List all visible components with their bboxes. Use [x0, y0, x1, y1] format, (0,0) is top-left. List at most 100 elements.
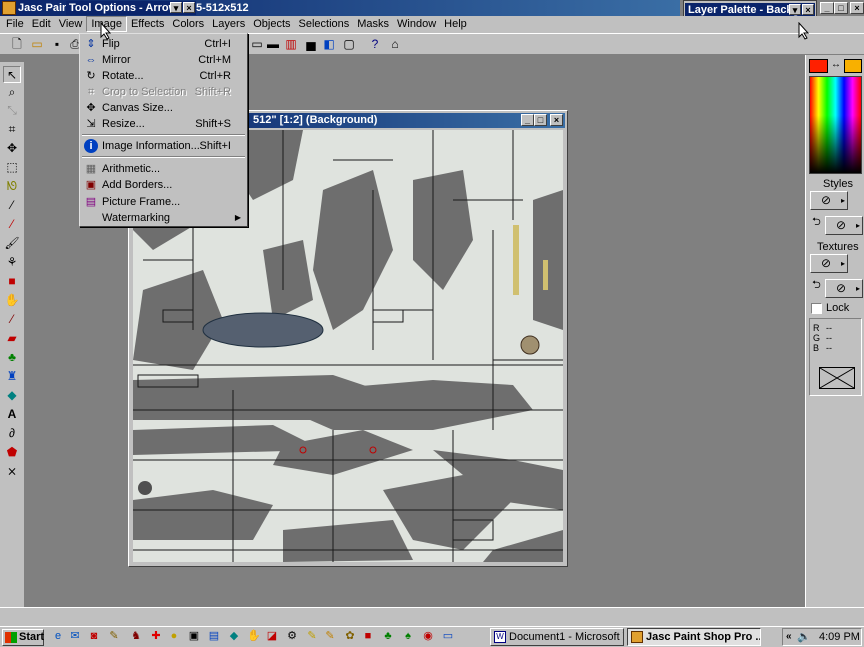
tool-options-dropdown-icon[interactable]: ▾: [170, 2, 182, 13]
menu-file[interactable]: File: [2, 16, 28, 32]
quicklaunch-app-icon[interactable]: ⚙: [284, 628, 300, 644]
task-word-button[interactable]: W Document1 - Microsoft W...: [490, 628, 624, 646]
flood-fill-tool-icon[interactable]: ◆: [3, 387, 21, 404]
doc-minimize-button[interactable]: _: [521, 114, 534, 126]
speaker-icon[interactable]: 🔈: [797, 630, 811, 643]
picture-tube-tool-icon[interactable]: ♣: [3, 349, 21, 366]
histogram-icon[interactable]: ▬: [264, 35, 282, 53]
help-icon[interactable]: ?: [366, 35, 384, 53]
minimize-button[interactable]: _: [820, 2, 834, 14]
menu-item-rotate[interactable]: ↻ Rotate... Ctrl+R: [82, 68, 245, 84]
styles-swap-icon[interactable]: ⮌: [812, 213, 821, 232]
menu-item-canvas-size[interactable]: ✥ Canvas Size...: [82, 100, 245, 116]
quicklaunch-app-icon[interactable]: ♞: [128, 628, 144, 644]
quicklaunch-app-icon[interactable]: ✿: [342, 628, 358, 644]
deform-tool-icon[interactable]: ⤡: [3, 102, 21, 119]
quicklaunch-app-icon[interactable]: ●: [166, 628, 182, 644]
ie-icon[interactable]: e: [50, 628, 66, 644]
textures-background-button[interactable]: ⊘ ▸: [825, 279, 863, 298]
quicklaunch-app-icon[interactable]: ▣: [186, 628, 202, 644]
magic-wand-tool-icon[interactable]: ⁄: [3, 197, 21, 214]
menu-colors[interactable]: Colors: [168, 16, 208, 32]
menu-help[interactable]: Help: [440, 16, 471, 32]
vector-object-tool-icon[interactable]: ⨯: [3, 463, 21, 480]
menu-item-watermarking[interactable]: Watermarking ▶: [82, 210, 245, 226]
scratch-remover-tool-icon[interactable]: ⁄: [3, 311, 21, 328]
zoom-tool-icon[interactable]: ⌕: [3, 84, 21, 101]
eraser-tool-icon[interactable]: ▰: [3, 330, 21, 347]
clone-brush-tool-icon[interactable]: ⚘: [3, 254, 21, 271]
color-spectrum[interactable]: [809, 76, 862, 174]
menu-objects[interactable]: Objects: [249, 16, 294, 32]
quicklaunch-app-icon[interactable]: ◙: [86, 628, 102, 644]
menu-edit[interactable]: Edit: [28, 16, 55, 32]
quicklaunch-app-icon[interactable]: ◉: [420, 628, 436, 644]
open-file-icon[interactable]: ▭: [28, 35, 46, 53]
quicklaunch-app-icon[interactable]: ♣: [380, 628, 396, 644]
airbrush-tool-icon[interactable]: ♜: [3, 368, 21, 385]
text-tool-icon[interactable]: A: [3, 406, 21, 423]
textures-swap-icon[interactable]: ⮌: [812, 276, 821, 295]
crop-tool-icon[interactable]: ⌗: [3, 121, 21, 138]
quicklaunch-app-icon[interactable]: ▤: [206, 628, 222, 644]
textures-foreground-button[interactable]: ⊘ ▸: [810, 254, 848, 273]
quicklaunch-app-icon[interactable]: ■: [360, 628, 376, 644]
quicklaunch-app-icon[interactable]: ▭: [440, 628, 456, 644]
quicklaunch-app-icon[interactable]: ◪: [264, 628, 280, 644]
layer-palette-close-icon[interactable]: ×: [802, 4, 814, 15]
layer-palette-icon[interactable]: ◧: [320, 35, 338, 53]
quicklaunch-app-icon[interactable]: ✚: [148, 628, 164, 644]
color-replacer-tool-icon[interactable]: ■: [3, 273, 21, 290]
menu-layers[interactable]: Layers: [208, 16, 249, 32]
close-button[interactable]: ×: [850, 2, 864, 14]
retouch-tool-icon[interactable]: ✋: [3, 292, 21, 309]
styles-background-button[interactable]: ⊘ ▸: [825, 216, 863, 235]
arrow-tool-icon[interactable]: ↖: [3, 66, 21, 83]
overview-icon[interactable]: ▅: [302, 35, 320, 53]
swap-colors-icon[interactable]: ↔: [829, 59, 843, 73]
quicklaunch-app-icon[interactable]: ✎: [322, 628, 338, 644]
new-file-icon[interactable]: 🗋: [8, 35, 26, 53]
maximize-button[interactable]: □: [834, 2, 848, 14]
quicklaunch-app-icon[interactable]: ✋: [246, 628, 262, 644]
menu-item-picture-frame[interactable]: ▤ Picture Frame...: [82, 194, 245, 210]
mover-tool-icon[interactable]: ✥: [3, 140, 21, 157]
script-icon[interactable]: ⌂: [386, 35, 404, 53]
lasso-tool-icon[interactable]: ᘚ: [3, 178, 21, 195]
color-palette-icon[interactable]: ▥: [282, 35, 300, 53]
foreground-swatch[interactable]: [809, 59, 828, 73]
start-button[interactable]: Start: [2, 629, 44, 646]
menu-item-image-information[interactable]: i Image Information... Shift+I: [82, 138, 245, 154]
dropper-tool-icon[interactable]: ⁄: [3, 216, 21, 233]
outlook-icon[interactable]: ✉: [67, 628, 83, 644]
menu-view[interactable]: View: [55, 16, 87, 32]
layer-palette-dropdown-icon[interactable]: ▾: [789, 4, 801, 15]
preset-shapes-tool-icon[interactable]: ⬟: [3, 444, 21, 461]
clock[interactable]: 4:09 PM: [819, 631, 860, 643]
quicklaunch-app-icon[interactable]: ♠: [400, 628, 416, 644]
tool-options-icon[interactable]: ▢: [340, 35, 358, 53]
menu-item-resize[interactable]: ⇲ Resize... Shift+S: [82, 116, 245, 132]
menu-item-mirror[interactable]: ⇔ Mirror Ctrl+M: [82, 52, 245, 68]
quicklaunch-app-icon[interactable]: ◆: [226, 628, 242, 644]
menu-selections[interactable]: Selections: [295, 16, 354, 32]
menu-effects[interactable]: Effects: [127, 16, 168, 32]
lock-checkbox[interactable]: [811, 303, 822, 314]
menu-item-arithmetic[interactable]: ▦ Arithmetic...: [82, 161, 245, 177]
menu-masks[interactable]: Masks: [353, 16, 393, 32]
task-psp-button[interactable]: Jasc Paint Shop Pro ...: [627, 628, 761, 646]
background-swatch[interactable]: [844, 59, 862, 73]
tray-expand-icon[interactable]: «: [786, 631, 792, 642]
save-icon[interactable]: ▪: [48, 35, 66, 53]
menu-window[interactable]: Window: [393, 16, 440, 32]
doc-maximize-button[interactable]: □: [534, 114, 547, 126]
doc-close-button[interactable]: ×: [550, 114, 563, 126]
menu-item-add-borders[interactable]: ▣ Add Borders...: [82, 177, 245, 193]
quicklaunch-app-icon[interactable]: ✎: [106, 628, 122, 644]
draw-tool-icon[interactable]: ∂: [3, 425, 21, 442]
paintbrush-tool-icon[interactable]: 🖌: [3, 235, 21, 252]
tool-options-window[interactable]: Tool Options - Arrow ▾ ×: [66, 1, 196, 15]
selection-tool-icon[interactable]: ⬚: [3, 159, 21, 176]
tool-options-close-icon[interactable]: ×: [183, 2, 195, 13]
quicklaunch-app-icon[interactable]: ✎: [304, 628, 320, 644]
